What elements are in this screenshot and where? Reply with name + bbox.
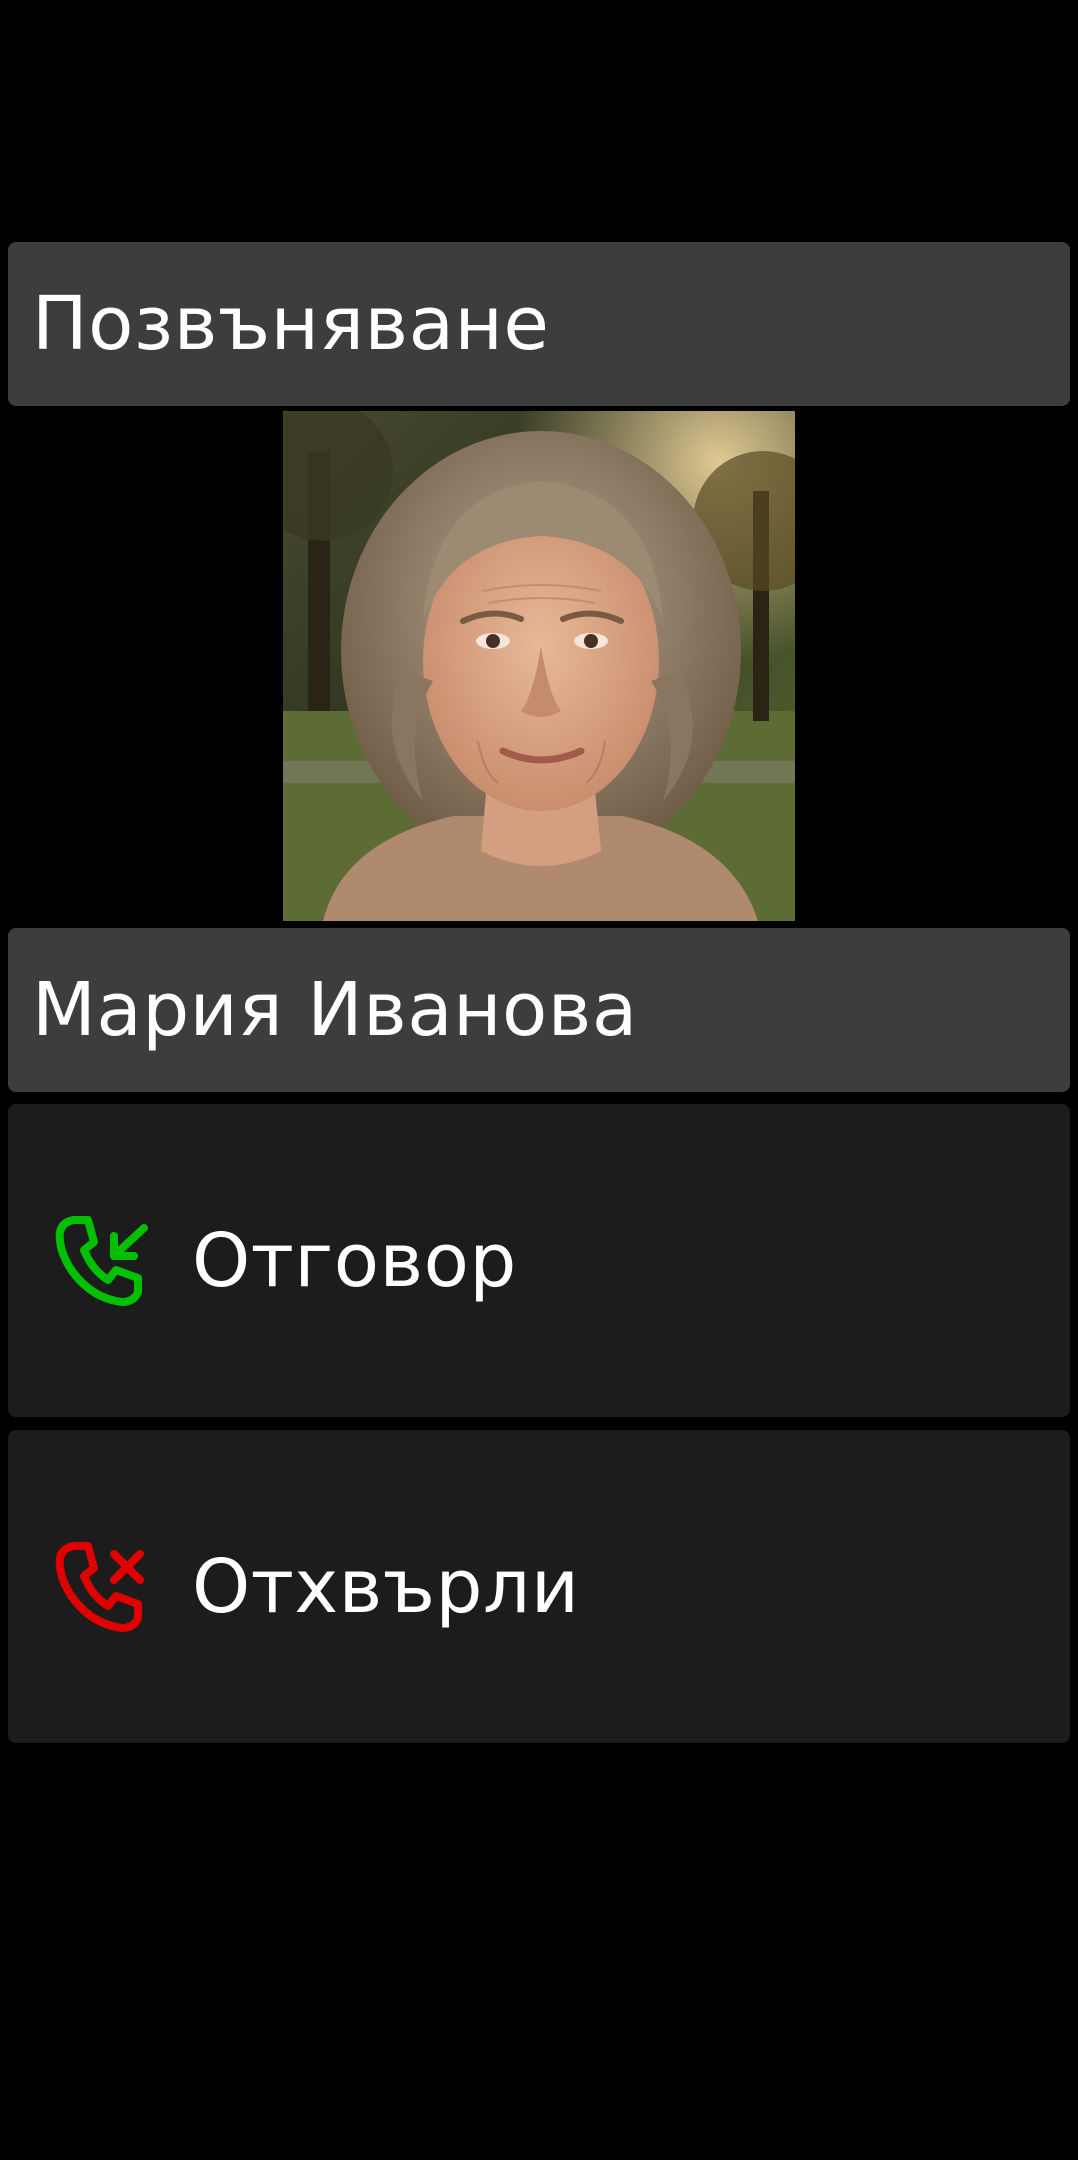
answer-call-button[interactable]: Отговор	[8, 1104, 1070, 1417]
caller-name-bar: Мария Иванова	[8, 928, 1070, 1092]
answer-call-label: Отговор	[192, 1217, 517, 1304]
caller-name: Мария Иванова	[32, 967, 638, 1053]
screen-title-bar: Позвъняване	[8, 242, 1070, 406]
screen-title: Позвъняване	[32, 281, 550, 367]
phone-answer-icon	[46, 1206, 156, 1316]
reject-call-label: Отхвърли	[192, 1543, 580, 1630]
caller-photo	[283, 411, 795, 921]
reject-call-button[interactable]: Отхвърли	[8, 1430, 1070, 1743]
phone-reject-icon	[46, 1532, 156, 1642]
